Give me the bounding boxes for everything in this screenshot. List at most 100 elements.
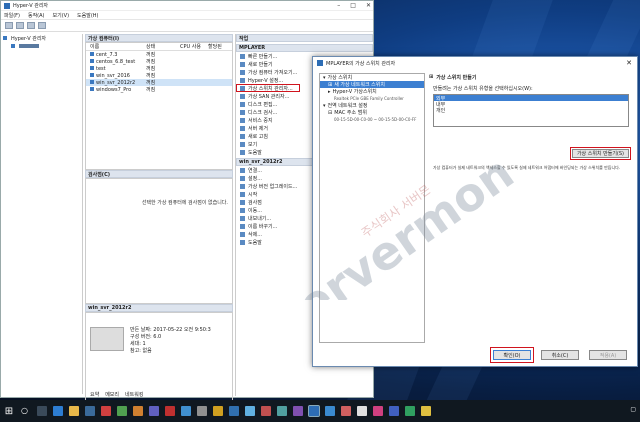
tab-memory[interactable]: 메모리 bbox=[105, 391, 119, 398]
quick-create-icon bbox=[240, 53, 245, 59]
switch-type-private[interactable]: 개인 bbox=[434, 107, 628, 114]
hyperv-taskbar-icon[interactable] bbox=[308, 405, 320, 417]
checkpoint-pane: 선택한 가상 컴퓨터에 검사점이 없습니다. bbox=[85, 178, 233, 304]
table-row[interactable]: centos_6.8_test 꺼짐 bbox=[86, 58, 232, 65]
tab-networking[interactable]: 네트워킹 bbox=[125, 391, 143, 398]
switch-type-list[interactable]: 외부 내부 개인 bbox=[433, 94, 629, 127]
tab-summary[interactable]: 요약 bbox=[90, 391, 99, 398]
nav-group-virtual-switch[interactable]: ▾ 가상 스위치 bbox=[320, 74, 424, 82]
action-label: 삭제... bbox=[248, 231, 262, 238]
app-icon-17[interactable] bbox=[373, 406, 383, 416]
column-cpu[interactable]: CPU 사용 bbox=[180, 43, 208, 50]
ok-button[interactable]: 확인(O) bbox=[490, 347, 534, 363]
app-icon-11[interactable] bbox=[261, 406, 271, 416]
switch-icon: ⊞ bbox=[429, 74, 434, 80]
create-virtual-switch-button[interactable]: 가상 스위치 만들기(S) bbox=[569, 147, 632, 160]
column-state[interactable]: 상태 bbox=[146, 43, 180, 50]
app-icon-2[interactable] bbox=[117, 406, 127, 416]
export-icon bbox=[240, 215, 245, 221]
vm-state: 꺼짐 bbox=[146, 73, 156, 79]
actions-header: 작업 bbox=[236, 34, 373, 42]
menu-view[interactable]: 보기(V) bbox=[53, 12, 70, 19]
store-icon[interactable] bbox=[85, 406, 95, 416]
app-icon-5[interactable] bbox=[165, 406, 175, 416]
action-label: 새로 고침 bbox=[248, 133, 268, 140]
tree-server-node[interactable] bbox=[3, 42, 82, 50]
action-virtual-switch-manager[interactable]: 가상 스위치 관리자... bbox=[236, 84, 300, 92]
app-icon-16[interactable] bbox=[357, 406, 367, 416]
mac-icon: ⊟ bbox=[328, 109, 333, 116]
app-icon-13[interactable] bbox=[293, 406, 303, 416]
app-icon-8[interactable] bbox=[213, 406, 223, 416]
version-value: 6.0 bbox=[153, 334, 162, 340]
app-icon-9[interactable] bbox=[229, 406, 239, 416]
vm-name: test bbox=[96, 65, 106, 72]
tree-root-label: Hyper-V 관리자 bbox=[11, 35, 47, 42]
vm-icon bbox=[90, 52, 94, 56]
column-memory[interactable]: 할당된 bbox=[208, 43, 230, 50]
virtual-switch-manager-dialog[interactable]: MPLAYER의 가상 스위치 관리자 ✕ ▾ 가상 스위치 ⊞ 새 가상 네트워크… bbox=[312, 56, 638, 367]
app-icon-3[interactable] bbox=[133, 406, 143, 416]
nav-label: 가상 스위치 bbox=[327, 75, 353, 81]
table-row[interactable]: cent_7.3 꺼짐 bbox=[86, 51, 232, 58]
checkpoint-pane-header: 검사점(C) bbox=[85, 170, 233, 178]
vm-icon bbox=[90, 87, 94, 91]
action-label: 디스크 편집... bbox=[248, 101, 278, 108]
app-icon-6[interactable] bbox=[181, 406, 191, 416]
app-icon-20[interactable] bbox=[421, 406, 431, 416]
vm-icon bbox=[90, 66, 94, 70]
app-icon-15[interactable] bbox=[341, 406, 351, 416]
action-label: 디스크 검사... bbox=[248, 109, 278, 116]
menu-file[interactable]: 파일(F) bbox=[4, 12, 20, 19]
cancel-button[interactable]: 취소(C) bbox=[541, 350, 579, 360]
vm-state: 꺼짐 bbox=[146, 59, 156, 65]
table-row[interactable]: win_svr_2016 꺼짐 bbox=[86, 72, 232, 79]
edge-icon[interactable] bbox=[53, 406, 63, 416]
dialog-close-button[interactable]: ✕ bbox=[621, 57, 637, 68]
nav-mac-range[interactable]: ⊟ MAC 주소 범위 bbox=[320, 109, 424, 117]
nav-group-global-settings[interactable]: ▾ 전역 네트워크 설정 bbox=[320, 102, 424, 110]
actions-host-header[interactable]: MPLAYER bbox=[236, 44, 373, 52]
explorer-icon[interactable] bbox=[69, 406, 79, 416]
app-icon-10[interactable] bbox=[245, 406, 255, 416]
minimize-button[interactable]: – bbox=[337, 2, 340, 9]
app-icon-12[interactable] bbox=[277, 406, 287, 416]
search-icon[interactable]: ○ bbox=[21, 406, 31, 416]
dialog-title: MPLAYER의 가상 스위치 관리자 bbox=[326, 60, 396, 67]
app-icon-7[interactable] bbox=[197, 406, 207, 416]
maximize-button[interactable]: □ bbox=[350, 2, 356, 9]
task-view-icon[interactable] bbox=[37, 406, 47, 416]
dialog-titlebar[interactable]: MPLAYER의 가상 스위치 관리자 bbox=[313, 57, 637, 69]
table-row[interactable]: test 꺼짐 bbox=[86, 65, 232, 72]
detail-tabs: 요약 메모리 네트워킹 bbox=[90, 391, 143, 398]
app-icon-18[interactable] bbox=[389, 406, 399, 416]
action-label: 내보내기... bbox=[248, 215, 272, 222]
window-titlebar[interactable]: Hyper-V 관리자 bbox=[1, 1, 373, 11]
close-button[interactable]: ✕ bbox=[366, 2, 371, 9]
tree-root[interactable]: Hyper-V 관리자 bbox=[3, 34, 82, 42]
vm-state: 꺼짐 bbox=[146, 80, 156, 86]
start-button[interactable]: ⊞ bbox=[0, 400, 18, 422]
app-icon-14[interactable] bbox=[325, 406, 335, 416]
checkpoint-empty-message: 선택한 가상 컴퓨터에 검사점이 없습니다. bbox=[141, 200, 228, 206]
connect-icon bbox=[240, 167, 245, 173]
table-row[interactable]: windows7_Pro 꺼짐 bbox=[86, 86, 232, 93]
show-tree-icon[interactable] bbox=[27, 22, 35, 29]
menu-help[interactable]: 도움말(H) bbox=[77, 12, 98, 19]
table-row-selected[interactable]: win_svr_2012r2 꺼짐 bbox=[86, 79, 232, 86]
create-group-header: ⊞ 가상 스위치 만들기 bbox=[429, 73, 635, 81]
menu-action[interactable]: 동작(A) bbox=[28, 12, 45, 19]
app-icon-1[interactable] bbox=[101, 406, 111, 416]
vm-thumbnail[interactable] bbox=[90, 327, 124, 351]
action-label: 이동... bbox=[248, 207, 262, 214]
app-icon-4[interactable] bbox=[149, 406, 159, 416]
back-icon[interactable] bbox=[5, 22, 13, 29]
app-icon-19[interactable] bbox=[405, 406, 415, 416]
forward-icon[interactable] bbox=[16, 22, 24, 29]
apply-button[interactable]: 적용(A) bbox=[589, 350, 627, 360]
help-icon[interactable] bbox=[38, 22, 46, 29]
nav-existing-switch[interactable]: ▸ Hyper-V 가상스위치 bbox=[320, 88, 424, 96]
nav-new-virtual-switch[interactable]: ⊞ 새 가상 네트워크 스위치 bbox=[320, 81, 424, 88]
notifications-icon[interactable]: ▢ bbox=[630, 406, 636, 413]
column-name[interactable]: 이름 bbox=[86, 43, 146, 50]
